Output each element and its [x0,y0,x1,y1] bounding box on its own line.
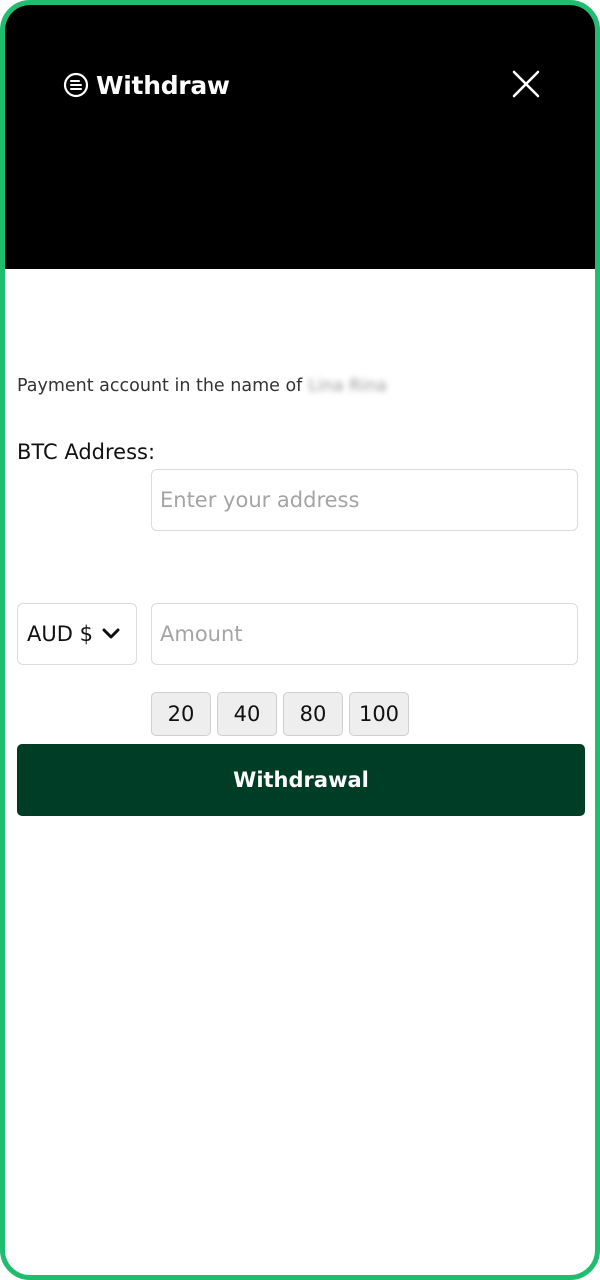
spacer-strip [5,269,595,335]
chevron-down-icon [102,628,120,640]
modal-title-group: Withdraw [62,67,230,103]
preset-amount-20[interactable]: 20 [151,692,211,736]
amount-presets: 20 40 80 100 [151,692,409,736]
payment-account-label: Payment account in the name of [17,376,303,396]
account-holder-name: Lina Rina [308,376,387,396]
list-document-icon [62,71,90,99]
btc-address-input[interactable] [151,469,578,531]
amount-input[interactable] [151,603,578,665]
payment-account-line: Payment account in the name of Lina Rina [17,376,387,396]
page-title: Withdraw [96,70,230,100]
close-icon[interactable] [510,68,542,100]
currency-select[interactable]: AUD $ [17,603,137,665]
preset-amount-80[interactable]: 80 [283,692,343,736]
preset-amount-40[interactable]: 40 [217,692,277,736]
btc-address-label: BTC Address: [17,440,156,464]
withdrawal-button[interactable]: Withdrawal [17,744,585,816]
preset-amount-100[interactable]: 100 [349,692,409,736]
modal-header: Withdraw [5,5,595,269]
currency-selected-value: AUD $ [27,622,93,646]
phone-frame: Withdraw Payment account in the name of … [0,0,600,1280]
